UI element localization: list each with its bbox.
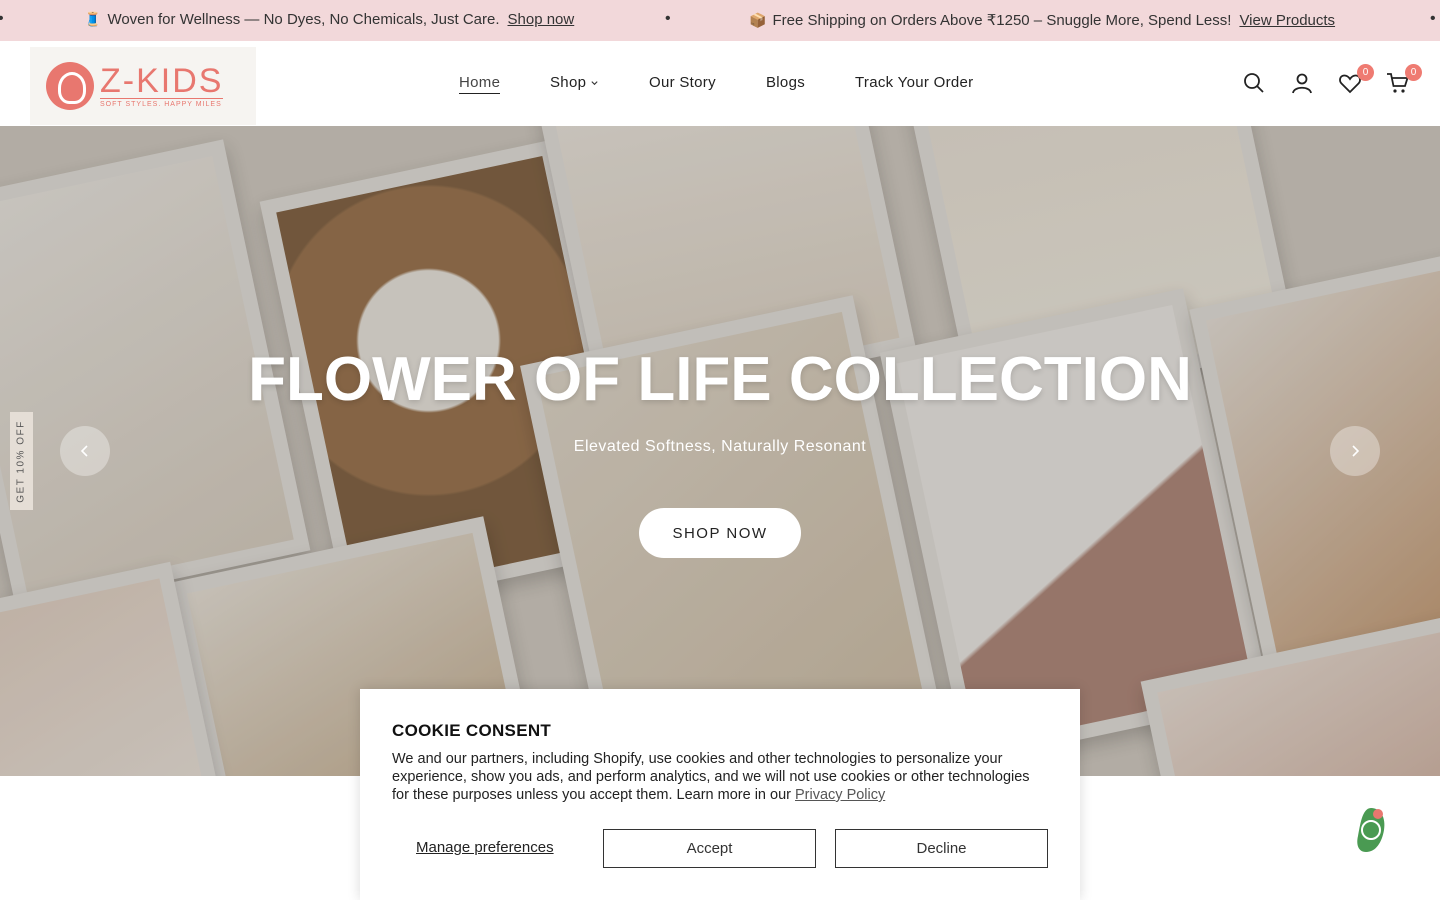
cookie-title: COOKIE CONSENT bbox=[392, 721, 552, 740]
user-icon[interactable] bbox=[1290, 71, 1316, 97]
cookie-consent-dialog: COOKIE CONSENT We and our partners, incl… bbox=[360, 689, 1080, 900]
thread-icon: 🧵 bbox=[84, 11, 102, 27]
cart-icon[interactable]: 0 bbox=[1386, 64, 1422, 97]
discount-side-tab[interactable]: GET 10% OFF bbox=[10, 412, 33, 510]
chevron-right-icon bbox=[1352, 445, 1360, 457]
nav-track-order[interactable]: Track Your Order bbox=[855, 74, 973, 91]
nav-shop-label: Shop bbox=[550, 74, 587, 91]
package-icon: 📦 bbox=[749, 11, 767, 28]
announcement-separator: • bbox=[665, 10, 671, 27]
nav-blogs[interactable]: Blogs bbox=[766, 74, 805, 91]
cart-count-badge: 0 bbox=[1405, 64, 1422, 81]
cookie-body-text: We and our partners, including Shopify, … bbox=[392, 751, 1030, 803]
search-icon[interactable] bbox=[1242, 71, 1268, 97]
main-nav: Home Shop Our Story Blogs Track Your Ord… bbox=[0, 74, 1440, 94]
hero-subtitle: Elevated Softness, Naturally Resonant bbox=[573, 438, 867, 455]
announcement-item: 📦 Free Shipping on Orders Above ₹1250 – … bbox=[749, 11, 1335, 30]
hero-slideshow: FLOWER OF LIFE COLLECTION Elevated Softn… bbox=[0, 126, 1440, 776]
next-slide-button[interactable] bbox=[1330, 426, 1380, 476]
hero-title: FLOWER OF LIFE COLLECTION bbox=[248, 345, 1192, 414]
discount-side-tab-label: GET 10% OFF bbox=[16, 419, 28, 503]
view-products-link[interactable]: View Products bbox=[1239, 12, 1335, 29]
accept-button[interactable]: Accept bbox=[603, 829, 816, 868]
announcement-separator: • bbox=[1430, 10, 1436, 27]
nav-our-story[interactable]: Our Story bbox=[649, 74, 716, 91]
chevron-down-icon bbox=[591, 81, 598, 86]
whatsapp-chat-icon[interactable] bbox=[1354, 806, 1388, 854]
wishlist-count-badge: 0 bbox=[1357, 64, 1374, 81]
prev-slide-button[interactable] bbox=[60, 426, 110, 476]
announcement-item: 🧵 Woven for Wellness — No Dyes, No Chemi… bbox=[84, 11, 574, 28]
chevron-left-icon bbox=[80, 445, 88, 457]
announcement-text: Woven for Wellness — No Dyes, No Chemica… bbox=[107, 11, 500, 28]
shop-now-button[interactable]: SHOP NOW bbox=[639, 508, 801, 558]
decline-button[interactable]: Decline bbox=[835, 829, 1048, 868]
nav-shop[interactable]: Shop bbox=[550, 74, 599, 91]
announcement-text: Free Shipping on Orders Above ₹1250 – Sn… bbox=[772, 12, 1232, 29]
privacy-policy-link[interactable]: Privacy Policy bbox=[795, 787, 885, 803]
logo-tagline: SOFT STYLES. HAPPY MILES bbox=[100, 98, 224, 108]
shop-now-link[interactable]: Shop now bbox=[508, 11, 575, 28]
nav-home[interactable]: Home bbox=[459, 74, 501, 94]
announcement-separator: • bbox=[0, 10, 4, 28]
heart-icon[interactable]: 0 bbox=[1338, 64, 1374, 97]
cookie-actions: Manage preferences Accept Decline bbox=[392, 829, 1048, 868]
announcement-bar: 🧵 Woven for Wellness — No Dyes, No Chemi… bbox=[0, 0, 1440, 41]
site-header: Z-KIDS SOFT STYLES. HAPPY MILES Home Sho… bbox=[0, 41, 1440, 126]
manage-preferences-link[interactable]: Manage preferences bbox=[416, 839, 554, 856]
cookie-body: We and our partners, including Shopify, … bbox=[392, 750, 1042, 804]
